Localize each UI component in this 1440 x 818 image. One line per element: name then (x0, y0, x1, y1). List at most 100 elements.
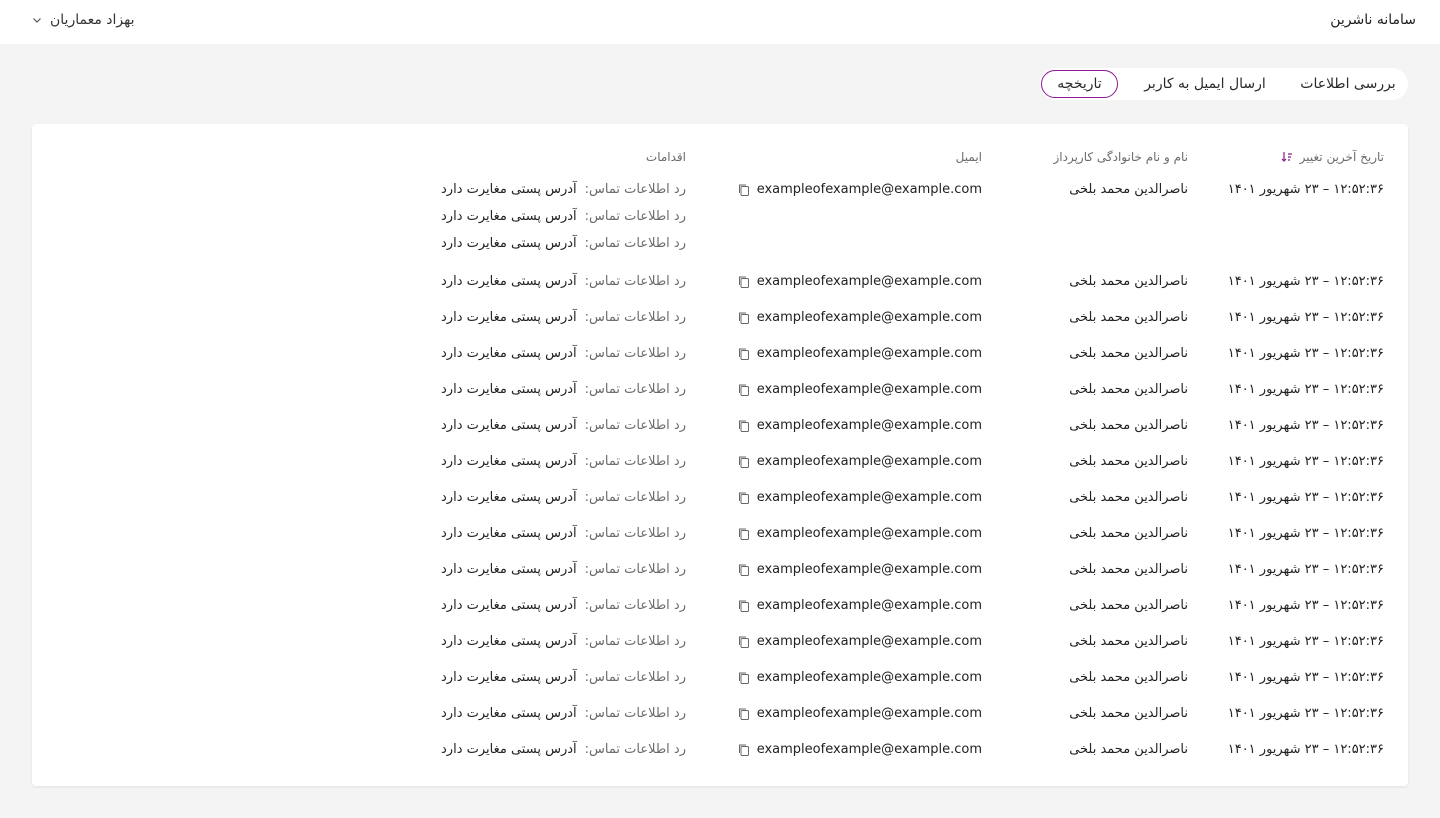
action-entry: رد اطلاعات تماس: آدرس پستی مغایرت دارد (441, 598, 686, 613)
copy-icon[interactable] (737, 635, 751, 649)
copy-icon[interactable] (737, 707, 751, 721)
row-operator-name: ناصرالدین محمد بلخی (1069, 742, 1188, 757)
row-operator-name: ناصرالدین محمد بلخی (1069, 454, 1188, 469)
row-email-text: exampleofexample@example.com (756, 634, 982, 649)
row-operator-name: ناصرالدین محمد بلخی (1069, 706, 1188, 721)
row-actions: رد اطلاعات تماس: آدرس پستی مغایرت دارد (441, 346, 686, 361)
row-date: ۱۲:۵۲:۳۶ – ۲۳ شهریور ۱۴۰۱ (1227, 670, 1384, 685)
row-operator-name: ناصرالدین محمد بلخی (1069, 562, 1188, 577)
copy-icon[interactable] (737, 347, 751, 361)
row-date: ۱۲:۵۲:۳۶ – ۲۳ شهریور ۱۴۰۱ (1227, 562, 1384, 577)
row-actions: رد اطلاعات تماس: آدرس پستی مغایرت دارد (441, 634, 686, 649)
action-label: رد اطلاعات تماس: (584, 418, 686, 433)
row-actions: رد اطلاعات تماس: آدرس پستی مغایرت دارد (441, 742, 686, 757)
row-email-text: exampleofexample@example.com (756, 526, 982, 541)
action-value: آدرس پستی مغایرت دارد (441, 634, 577, 649)
tab-history[interactable]: تاریخچه (1041, 70, 1118, 98)
action-entry: رد اطلاعات تماس: آدرس پستی مغایرت دارد (441, 274, 686, 289)
action-label: رد اطلاعات تماس: (584, 454, 686, 469)
action-value: آدرس پستی مغایرت دارد (441, 182, 577, 197)
row-email-text: exampleofexample@example.com (756, 182, 982, 197)
row-actions: رد اطلاعات تماس: آدرس پستی مغایرت دارد (441, 490, 686, 505)
row-email-text: exampleofexample@example.com (756, 346, 982, 361)
table-row: ۱۲:۵۲:۳۶ – ۲۳ شهریور ۱۴۰۱ ناصرالدین محمد … (32, 526, 1408, 554)
action-value: آدرس پستی مغایرت دارد (441, 382, 577, 397)
row-email-text: exampleofexample@example.com (756, 274, 982, 289)
top-bar: سامانه ناشرین بهزاد معماریان (0, 0, 1440, 44)
row-email: exampleofexample@example.com (737, 634, 982, 649)
action-entry: رد اطلاعات تماس: آدرس پستی مغایرت دارد (441, 382, 686, 397)
row-email-text: exampleofexample@example.com (756, 706, 982, 721)
table-row: ۱۲:۵۲:۳۶ – ۲۳ شهریور ۱۴۰۱ ناصرالدین محمد … (32, 634, 1408, 662)
action-value: آدرس پستی مغایرت دارد (441, 526, 577, 541)
row-actions: رد اطلاعات تماس: آدرس پستی مغایرت دارد (441, 598, 686, 613)
tab-review-info[interactable]: بررسی اطلاعات (1300, 70, 1395, 98)
app-title: سامانه ناشرین (1330, 12, 1416, 28)
row-date: ۱۲:۵۲:۳۶ – ۲۳ شهریور ۱۴۰۱ (1227, 310, 1384, 325)
copy-icon[interactable] (737, 671, 751, 685)
row-actions: رد اطلاعات تماس: آدرس پستی مغایرت دارد (441, 382, 686, 397)
table-row: ۱۲:۵۲:۳۶ – ۲۳ شهریور ۱۴۰۱ ناصرالدین محمد … (32, 670, 1408, 698)
action-entry: رد اطلاعات تماس: آدرس پستی مغایرت دارد (441, 182, 686, 197)
row-email: exampleofexample@example.com (737, 382, 982, 397)
copy-icon[interactable] (737, 743, 751, 757)
row-date: ۱۲:۵۲:۳۶ – ۲۳ شهریور ۱۴۰۱ (1227, 454, 1384, 469)
copy-icon[interactable] (737, 491, 751, 505)
row-actions: رد اطلاعات تماس: آدرس پستی مغایرت دارد رد … (441, 182, 686, 251)
table-row: ۱۲:۵۲:۳۶ – ۲۳ شهریور ۱۴۰۱ ناصرالدین محمد … (32, 598, 1408, 626)
table-row: ۱۲:۵۲:۳۶ – ۲۳ شهریور ۱۴۰۱ ناصرالدین محمد … (32, 706, 1408, 734)
row-operator-name: ناصرالدین محمد بلخی (1069, 418, 1188, 433)
row-operator-name: ناصرالدین محمد بلخی (1069, 526, 1188, 541)
action-entry: رد اطلاعات تماس: آدرس پستی مغایرت دارد (441, 670, 686, 685)
action-label: رد اطلاعات تماس: (584, 236, 686, 251)
copy-icon[interactable] (737, 419, 751, 433)
table-row: ۱۲:۵۲:۳۶ – ۲۳ شهریور ۱۴۰۱ ناصرالدین محمد … (32, 382, 1408, 410)
table-row: ۱۲:۵۲:۳۶ – ۲۳ شهریور ۱۴۰۱ ناصرالدین محمد … (32, 182, 1408, 266)
action-label: رد اطلاعات تماس: (584, 526, 686, 541)
copy-icon[interactable] (737, 383, 751, 397)
action-entry: رد اطلاعات تماس: آدرس پستی مغایرت دارد (441, 418, 686, 433)
action-label: رد اطلاعات تماس: (584, 346, 686, 361)
row-date: ۱۲:۵۲:۳۶ – ۲۳ شهریور ۱۴۰۱ (1227, 634, 1384, 649)
row-email: exampleofexample@example.com (737, 310, 982, 325)
table-row: ۱۲:۵۲:۳۶ – ۲۳ شهریور ۱۴۰۱ ناصرالدین محمد … (32, 418, 1408, 446)
action-entry: رد اطلاعات تماس: آدرس پستی مغایرت دارد (441, 742, 686, 757)
table-row: ۱۲:۵۲:۳۶ – ۲۳ شهریور ۱۴۰۱ ناصرالدین محمد … (32, 742, 1408, 770)
row-operator-name: ناصرالدین محمد بلخی (1069, 490, 1188, 505)
action-entry: رد اطلاعات تماس: آدرس پستی مغایرت دارد (441, 490, 686, 505)
action-entry: رد اطلاعات تماس: آدرس پستی مغایرت دارد (441, 209, 686, 224)
copy-icon[interactable] (737, 455, 751, 469)
copy-icon[interactable] (737, 563, 751, 577)
copy-icon[interactable] (737, 599, 751, 613)
copy-icon[interactable] (737, 527, 751, 541)
row-date: ۱۲:۵۲:۳۶ – ۲۳ شهریور ۱۴۰۱ (1227, 274, 1384, 289)
action-value: آدرس پستی مغایرت دارد (441, 706, 577, 721)
row-actions: رد اطلاعات تماس: آدرس پستی مغایرت دارد (441, 706, 686, 721)
table-row: ۱۲:۵۲:۳۶ – ۲۳ شهریور ۱۴۰۱ ناصرالدین محمد … (32, 562, 1408, 590)
row-email: exampleofexample@example.com (737, 490, 982, 505)
copy-icon[interactable] (737, 275, 751, 289)
user-menu[interactable]: بهزاد معماریان (32, 12, 134, 28)
row-operator-name: ناصرالدین محمد بلخی (1069, 634, 1188, 649)
row-email-text: exampleofexample@example.com (756, 310, 982, 325)
action-label: رد اطلاعات تماس: (584, 742, 686, 757)
chevron-down-icon (33, 18, 41, 23)
action-label: رد اطلاعات تماس: (584, 598, 686, 613)
action-label: رد اطلاعات تماس: (584, 634, 686, 649)
action-value: آدرس پستی مغایرت دارد (441, 562, 577, 577)
copy-icon[interactable] (737, 311, 751, 325)
action-value: آدرس پستی مغایرت دارد (441, 490, 577, 505)
action-entry: رد اطلاعات تماس: آدرس پستی مغایرت دارد (441, 310, 686, 325)
table-row: ۱۲:۵۲:۳۶ – ۲۳ شهریور ۱۴۰۱ ناصرالدین محمد … (32, 274, 1408, 302)
copy-icon[interactable] (737, 183, 751, 197)
row-actions: رد اطلاعات تماس: آدرس پستی مغایرت دارد (441, 670, 686, 685)
row-date: ۱۲:۵۲:۳۶ – ۲۳ شهریور ۱۴۰۱ (1227, 346, 1384, 361)
row-email: exampleofexample@example.com (737, 418, 982, 433)
table-row: ۱۲:۵۲:۳۶ – ۲۳ شهریور ۱۴۰۱ ناصرالدین محمد … (32, 490, 1408, 518)
tab-send-email[interactable]: ارسال ایمیل به کاربر (1144, 70, 1266, 98)
action-value: آدرس پستی مغایرت دارد (441, 310, 577, 325)
row-email-text: exampleofexample@example.com (756, 418, 982, 433)
row-email: exampleofexample@example.com (737, 670, 982, 685)
action-entry: رد اطلاعات تماس: آدرس پستی مغایرت دارد (441, 454, 686, 469)
row-operator-name: ناصرالدین محمد بلخی (1069, 274, 1188, 289)
